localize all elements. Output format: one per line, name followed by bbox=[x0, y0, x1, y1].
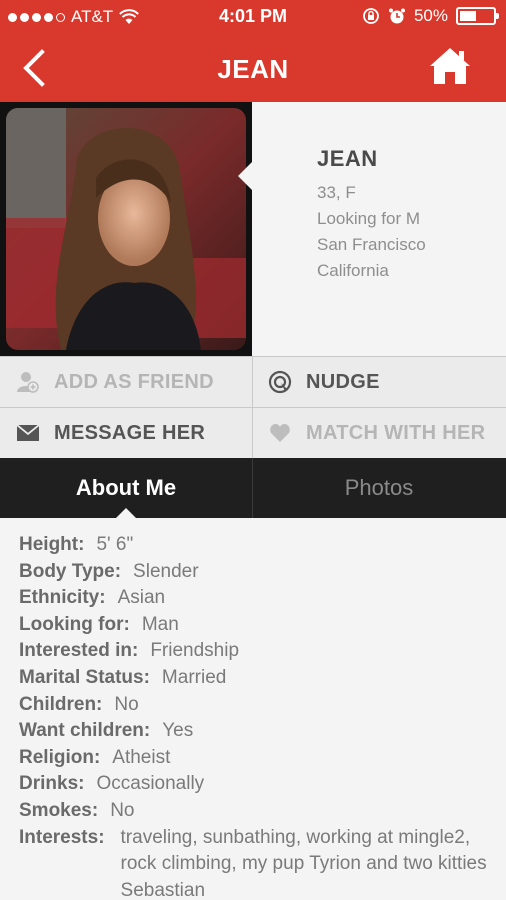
action-grid: ADD AS FRIEND NUDGE MESSAGE HER MATCH WI… bbox=[0, 356, 506, 459]
detail-value: traveling, sunbathing, working at mingle… bbox=[120, 826, 487, 900]
detail-value: Yes bbox=[162, 720, 194, 742]
detail-row: Interests: traveling, sunbathing, working… bbox=[19, 825, 499, 900]
tab-photos[interactable]: Photos bbox=[253, 458, 505, 518]
detail-row: Interested in: Friendship bbox=[19, 638, 499, 665]
battery-icon bbox=[456, 7, 499, 25]
detail-value: Friendship bbox=[150, 640, 240, 662]
detail-row: Religion: Atheist bbox=[19, 745, 499, 772]
detail-label: Marital Status: bbox=[19, 666, 150, 688]
status-bar: AT&T 4:01 PM 50% bbox=[0, 0, 506, 34]
tab-bar: About Me Photos bbox=[0, 458, 506, 518]
detail-row: Marital Status: Married bbox=[19, 665, 499, 692]
heart-icon bbox=[268, 421, 292, 445]
detail-label: Interested in: bbox=[19, 640, 139, 662]
battery-percent: 50% bbox=[413, 6, 448, 25]
home-button[interactable] bbox=[428, 44, 472, 88]
profile-looking-for: Looking for M bbox=[317, 209, 420, 228]
detail-label: Looking for: bbox=[19, 613, 130, 635]
profile-info: JEAN 33, F Looking for M San Francisco C… bbox=[317, 146, 426, 284]
detail-value: No bbox=[110, 799, 135, 821]
profile-state: California bbox=[317, 261, 389, 280]
profile-city: San Francisco bbox=[317, 235, 426, 254]
detail-value: Asian bbox=[117, 587, 166, 609]
rotation-lock-icon bbox=[363, 8, 379, 24]
nudge-label: NUDGE bbox=[306, 370, 380, 393]
detail-label: Smokes: bbox=[19, 799, 99, 821]
detail-label: Body Type: bbox=[19, 560, 122, 582]
detail-row: Height: 5' 6" bbox=[19, 532, 499, 559]
detail-label: Children: bbox=[19, 693, 103, 715]
match-button[interactable]: MATCH WITH HER bbox=[268, 408, 485, 458]
home-icon bbox=[430, 48, 470, 84]
detail-value: Man bbox=[141, 613, 179, 635]
detail-value: Slender bbox=[133, 560, 199, 582]
profile-age-sex: 33, F bbox=[317, 183, 356, 202]
photo-pointer bbox=[238, 162, 252, 190]
active-tab-pointer bbox=[116, 508, 136, 518]
detail-label: Want children: bbox=[19, 720, 151, 742]
detail-value: Atheist bbox=[112, 746, 171, 768]
match-label: MATCH WITH HER bbox=[306, 421, 486, 444]
detail-row: Body Type: Slender bbox=[19, 559, 499, 586]
detail-label: Interests: bbox=[19, 826, 105, 848]
detail-row: Children: No bbox=[19, 692, 499, 719]
detail-value: Married bbox=[161, 666, 227, 688]
envelope-icon bbox=[16, 421, 40, 445]
detail-label: Drinks: bbox=[19, 773, 85, 795]
detail-label: Height: bbox=[19, 534, 85, 555]
detail-row: Drinks: Occasionally bbox=[19, 771, 499, 798]
detail-row: Ethnicity: Asian bbox=[19, 585, 499, 612]
message-button[interactable]: MESSAGE HER bbox=[16, 408, 205, 458]
add-user-icon bbox=[16, 370, 40, 394]
alarm-icon bbox=[388, 8, 405, 24]
action-divider-vertical bbox=[252, 357, 253, 459]
detail-row: Smokes: No bbox=[19, 798, 499, 825]
nudge-icon bbox=[268, 370, 292, 394]
nav-bar: JEAN bbox=[0, 34, 506, 102]
message-label: MESSAGE HER bbox=[54, 421, 206, 444]
profile-name: JEAN bbox=[317, 146, 378, 171]
detail-value: No bbox=[114, 693, 139, 715]
detail-row: Looking for: Man bbox=[19, 612, 499, 639]
detail-label: Religion: bbox=[19, 746, 101, 768]
detail-value: Occasionally bbox=[96, 773, 205, 795]
nudge-button[interactable]: NUDGE bbox=[268, 357, 380, 407]
profile-header: JEAN 33, F Looking for M San Francisco C… bbox=[0, 102, 506, 356]
profile-photo-image bbox=[6, 108, 246, 350]
profile-photo[interactable] bbox=[0, 102, 252, 356]
detail-label: Ethnicity: bbox=[19, 587, 106, 609]
about-me-details: Height: 5' 6" Body Type: Slender Ethnicity: A… bbox=[19, 532, 499, 900]
add-friend-label: ADD AS FRIEND bbox=[54, 370, 214, 393]
detail-row: Want children: Yes bbox=[19, 718, 499, 745]
add-friend-button[interactable]: ADD AS FRIEND bbox=[16, 357, 214, 407]
detail-value: 5' 6" bbox=[96, 534, 134, 555]
